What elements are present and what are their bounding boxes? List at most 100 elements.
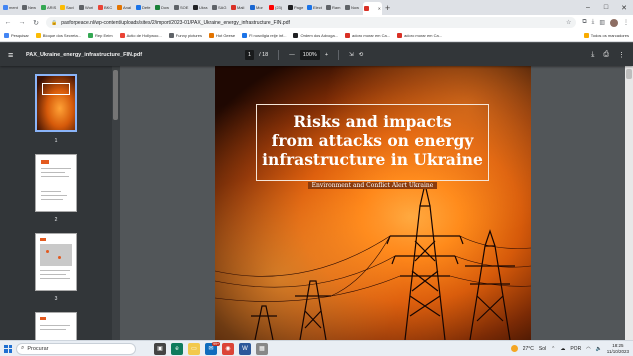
bookmark-item[interactable]: Fl nosvilgia reije inf... [242, 33, 286, 38]
thumbnail-title-box [42, 83, 70, 95]
thumbnail-page-1[interactable] [35, 74, 77, 132]
bookmark-item[interactable]: Hot Geese [208, 33, 235, 38]
pdf-page-cover: Risks and impacts from attacks on energy… [215, 66, 531, 340]
forward-icon[interactable]: → [18, 19, 26, 26]
browser-tab[interactable]: Mali [230, 2, 249, 14]
thumbnail-page-2[interactable] [35, 154, 77, 212]
reload-icon[interactable]: ↻ [32, 19, 40, 27]
browser-tab[interactable]: SAG [211, 2, 230, 14]
tab-label: (23) [275, 5, 283, 10]
back-icon[interactable]: ← [4, 19, 12, 26]
browser-tab[interactable]: Dow [154, 2, 173, 14]
file-explorer-icon[interactable]: ▭ [188, 342, 200, 355]
tab-favicon-icon [60, 5, 65, 10]
lock-icon[interactable]: 🔒 [51, 20, 57, 26]
tab-favicon-icon [174, 5, 179, 10]
menu-icon[interactable]: ≡ [8, 50, 18, 60]
fit-page-icon[interactable]: ⇲ [349, 52, 354, 58]
bookmark-item[interactable]: Rep Eeim [88, 33, 113, 38]
bookmark-item[interactable]: adoro morar em Ca... [345, 33, 390, 38]
browser-tab[interactable]: ARIS [40, 2, 59, 14]
tab-favicon-icon [193, 5, 198, 10]
browser-tab[interactable]: Savi [59, 2, 78, 14]
browser-tab[interactable]: New [21, 2, 40, 14]
profile-avatar[interactable] [610, 18, 618, 27]
page-number-input[interactable]: 1 [245, 49, 255, 60]
bookmark-item[interactable]: Bloque dos Secreta... [35, 33, 81, 38]
onedrive-icon[interactable]: ☁ [560, 346, 565, 352]
tab-favicon-icon [345, 5, 350, 10]
browser-tab[interactable]: BKC [97, 2, 116, 14]
rotate-icon[interactable]: ⟲ [359, 52, 364, 58]
chevron-up-icon[interactable]: ⌃ [551, 346, 555, 352]
browser-tab[interactable]: Mor [249, 2, 268, 14]
document-scroll-handle[interactable] [626, 69, 632, 79]
new-tab-icon[interactable]: + [385, 3, 390, 13]
browser-tab[interactable]: ment [2, 2, 21, 14]
close-window-icon[interactable]: ✕ [615, 4, 633, 12]
mail-icon[interactable]: ✉ 99+ [205, 341, 220, 355]
tab-label: Anal [123, 5, 132, 10]
browser-tab[interactable]: SOE [173, 2, 192, 14]
taskbar-search[interactable]: ⌕ Procurar [16, 342, 136, 355]
minimize-icon[interactable]: – [579, 4, 597, 11]
bookmark-favicon-icon [119, 33, 125, 38]
zoom-out-icon[interactable]: — [289, 52, 295, 58]
bookmark-star-icon[interactable]: ☆ [566, 19, 571, 26]
chrome-icon[interactable]: ◉ [222, 342, 234, 355]
browser-tab[interactable]: Now [344, 2, 363, 14]
thumbnail-map [40, 244, 72, 266]
download-icon[interactable]: ⤓ [592, 19, 595, 26]
bookmark-label: Funny pictures [175, 33, 202, 38]
clock[interactable]: 18:25 11/10/2023 [607, 343, 629, 355]
browser-tab[interactable]: Ukra [192, 2, 211, 14]
zoom-input[interactable]: 100% [299, 49, 320, 60]
edge-icon[interactable]: e [171, 342, 183, 355]
weather-sun-icon[interactable] [510, 345, 518, 352]
tab-label: Mor [256, 5, 263, 10]
browser-tab[interactable]: (23) [268, 2, 287, 14]
bookmark-item[interactable]: Actio de Hollywoo... [119, 33, 162, 38]
volume-icon[interactable]: 🔈 [596, 346, 602, 352]
extensions-icon[interactable]: ⧉ [582, 19, 586, 26]
wifi-icon[interactable]: ◠ [586, 346, 590, 352]
sidebar-scrollbar[interactable] [112, 66, 120, 340]
word-icon[interactable]: W [239, 342, 251, 355]
browser-tab[interactable]: ✕ [363, 2, 382, 15]
browser-tab[interactable]: Wori [78, 2, 97, 14]
bookmark-item[interactable]: Pesquisar [4, 33, 29, 38]
language-indicator[interactable]: POR [570, 346, 581, 352]
tab-favicon-icon [155, 5, 160, 10]
tab-close-icon[interactable]: ✕ [378, 6, 381, 11]
pdf-filename: PAX_Ukraine_energy_infrastructure_FIN.pd… [26, 51, 143, 58]
bookmark-item[interactable]: adoro morar em Ca... [397, 33, 442, 38]
url-input[interactable]: 🔒 paxforpeace.nl/wp-content/uploads/site… [46, 17, 577, 28]
thumbnail-page-3[interactable] [35, 233, 77, 291]
zoom-in-icon[interactable]: + [325, 52, 328, 58]
bookmark-item[interactable]: Ordem dos Advoga... [293, 33, 338, 38]
sidebar-scroll-handle[interactable] [113, 70, 118, 120]
bookmark-item[interactable]: Funny pictures [168, 33, 202, 38]
kebab-menu-icon[interactable]: ⋮ [623, 19, 629, 26]
task-view-icon[interactable]: ▣ [154, 342, 166, 355]
tab-label: Savi [66, 5, 74, 10]
maximize-icon[interactable]: □ [597, 4, 615, 11]
browser-tab[interactable]: Anal [116, 2, 135, 14]
tab-strip: ment New ARIS Savi Wori BKC Anal Defe Dow SOE Ukra… [0, 0, 633, 15]
all-bookmarks[interactable]: Todos os marcadores [583, 33, 629, 38]
browser-tab[interactable]: Defe [135, 2, 154, 14]
document-scrollbar[interactable] [625, 66, 633, 340]
download-pdf-icon[interactable]: ⤓ [591, 51, 594, 59]
tab-label: BKC [104, 5, 113, 10]
tab-label: New [28, 5, 37, 10]
browser-tab[interactable]: Ram [325, 2, 344, 14]
pdf-toolbar: ≡ PAX_Ukraine_energy_infrastructure_FIN.… [0, 43, 633, 66]
print-icon[interactable]: ⎙ [603, 51, 609, 59]
sidepanel-icon[interactable]: ▥ [599, 19, 605, 26]
browser-tab[interactable]: Page [287, 2, 306, 14]
browser-tab[interactable]: Elect [306, 2, 325, 14]
more-options-icon[interactable]: ⋮ [618, 51, 625, 59]
start-button[interactable] [0, 341, 16, 356]
bookmark-favicon-icon [35, 33, 41, 38]
store-icon[interactable]: ▦ [256, 342, 268, 355]
